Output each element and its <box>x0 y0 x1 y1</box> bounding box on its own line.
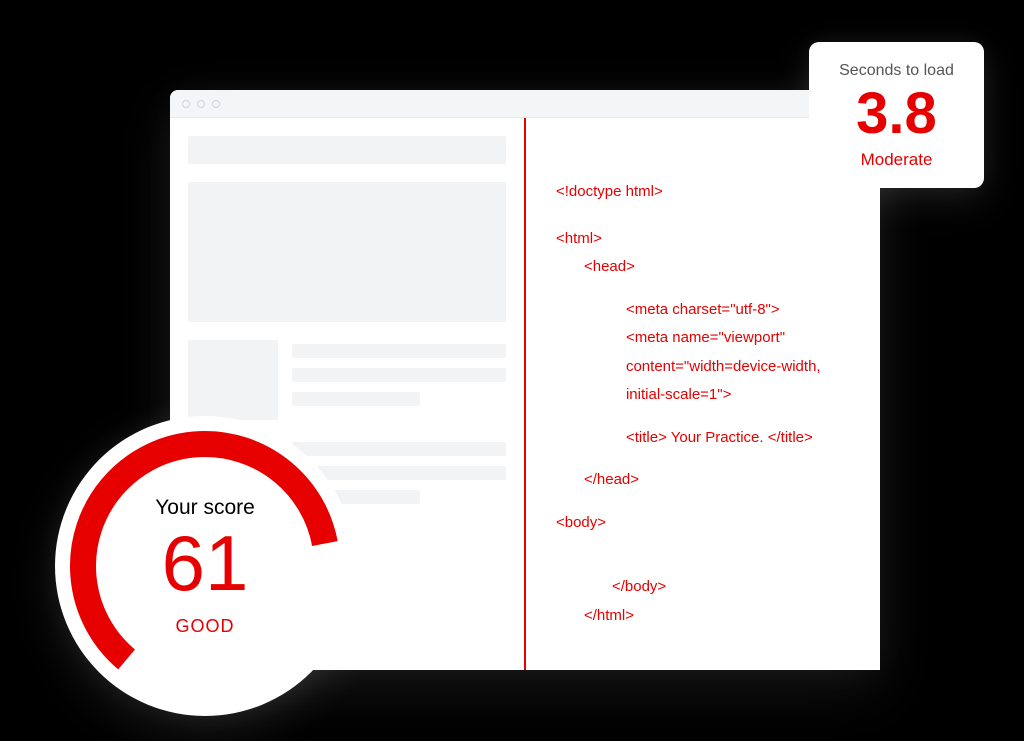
window-control-minimize-icon <box>197 100 205 108</box>
load-time-card: Seconds to load 3.8 Moderate <box>809 42 984 188</box>
code-line: content="width=device-width, <box>556 353 850 382</box>
code-line: </body> <box>556 573 850 602</box>
code-line: </head> <box>556 466 850 495</box>
code-line: <meta charset="utf-8"> <box>556 296 850 325</box>
mock-hero-block <box>188 182 506 322</box>
code-line: <html> <box>556 225 850 254</box>
code-line: <head> <box>556 253 850 282</box>
mock-content-row <box>188 340 506 420</box>
mock-text-line <box>292 344 506 358</box>
code-line: initial-scale=1"> <box>556 381 850 410</box>
code-line: <title> Your Practice. </title> <box>556 424 850 453</box>
window-control-close-icon <box>182 100 190 108</box>
html-source-display: <!doctype html> <html> <head> <meta char… <box>556 178 850 630</box>
load-label: Seconds to load <box>825 62 968 80</box>
code-line: <meta name="viewport" <box>556 324 850 353</box>
code-pane: <!doctype html> <html> <head> <meta char… <box>526 118 880 670</box>
browser-titlebar <box>170 90 880 118</box>
mock-text-line <box>292 368 506 382</box>
window-control-maximize-icon <box>212 100 220 108</box>
score-gauge-card: Your score 61 GOOD <box>55 416 355 716</box>
code-line: <!doctype html> <box>556 178 850 207</box>
mock-text-line <box>292 392 420 406</box>
code-line: <body> <box>556 509 850 538</box>
mock-thumbnail <box>188 340 278 420</box>
load-rating: Moderate <box>825 150 968 170</box>
score-ring-icon <box>69 430 341 702</box>
mock-text-lines <box>292 340 506 420</box>
load-value: 3.8 <box>825 82 968 146</box>
mock-nav-bar <box>188 136 506 164</box>
code-line: </html> <box>556 602 850 631</box>
